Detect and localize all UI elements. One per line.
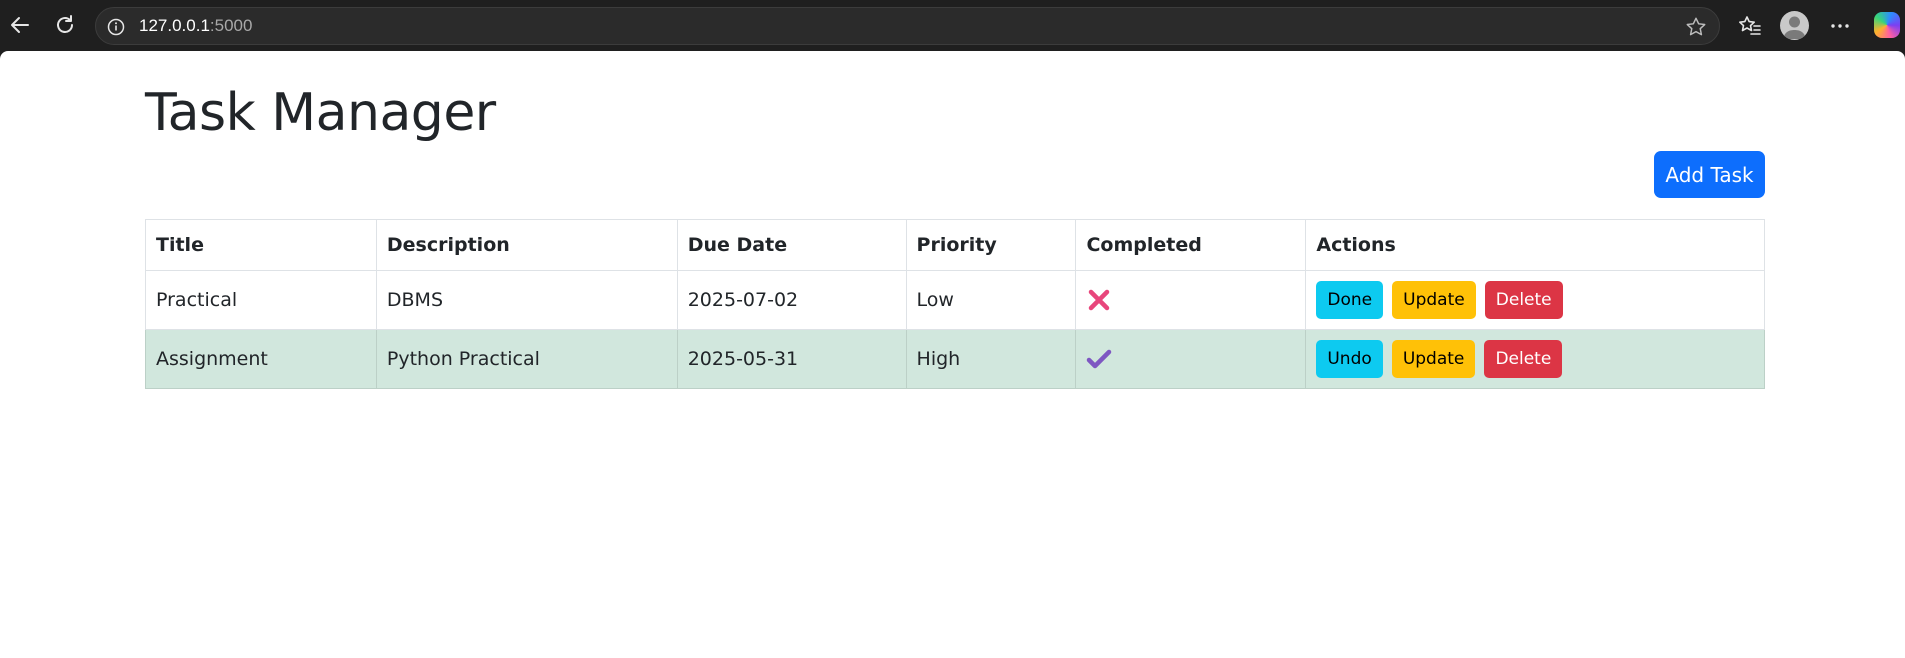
cross-mark-icon [1086, 287, 1112, 313]
delete-button[interactable]: Delete [1484, 340, 1563, 378]
task-description: DBMS [375, 270, 678, 330]
table-row: Practical DBMS 2025-07-02 Low Done Updat… [145, 270, 1765, 330]
favorites-icon[interactable] [1736, 12, 1764, 40]
task-description: Python Practical [375, 329, 678, 389]
favorite-star-icon[interactable] [1685, 16, 1707, 38]
task-title: Assignment [145, 329, 377, 389]
header-description: Description [375, 219, 678, 271]
check-mark-icon [1086, 346, 1112, 372]
page-title: Task Manager [145, 83, 496, 143]
task-due-date: 2025-07-02 [676, 270, 907, 330]
task-table: Title Description Due Date Priority Comp… [145, 219, 1765, 389]
profile-avatar[interactable] [1780, 11, 1809, 40]
update-button[interactable]: Update [1392, 281, 1476, 319]
url-host: 127.0.0.1 [139, 16, 210, 35]
task-completed [1075, 329, 1307, 389]
task-title: Practical [145, 270, 377, 330]
site-info-icon[interactable] [106, 17, 126, 37]
delete-button[interactable]: Delete [1484, 281, 1563, 319]
table-header-row: Title Description Due Date Priority Comp… [145, 219, 1765, 271]
url-text: 127.0.0.1:5000 [139, 16, 252, 36]
reload-icon[interactable] [50, 10, 80, 40]
undo-button[interactable]: Undo [1316, 340, 1383, 378]
page-content: Task Manager Add Task Title Description … [0, 51, 1905, 658]
copilot-icon[interactable] [1874, 12, 1900, 38]
table-row: Assignment Python Practical 2025-05-31 H… [145, 329, 1765, 389]
task-actions: Undo Update Delete [1305, 329, 1765, 389]
header-actions: Actions [1305, 219, 1765, 271]
header-completed: Completed [1075, 219, 1307, 271]
task-due-date: 2025-05-31 [676, 329, 907, 389]
add-task-button[interactable]: Add Task [1654, 151, 1765, 198]
task-priority: High [905, 329, 1077, 389]
task-actions: Done Update Delete [1305, 270, 1765, 330]
browser-toolbar: 127.0.0.1:5000 [0, 0, 1905, 51]
header-priority: Priority [905, 219, 1077, 271]
task-priority: Low [905, 270, 1077, 330]
task-completed [1075, 270, 1307, 330]
done-button[interactable]: Done [1316, 281, 1384, 319]
header-title: Title [145, 219, 377, 271]
update-button[interactable]: Update [1391, 340, 1476, 378]
header-due-date: Due Date [676, 219, 907, 271]
back-icon[interactable] [5, 10, 35, 40]
url-port: :5000 [209, 16, 253, 35]
address-bar[interactable]: 127.0.0.1:5000 [95, 7, 1720, 45]
more-options-icon[interactable] [1826, 12, 1854, 40]
